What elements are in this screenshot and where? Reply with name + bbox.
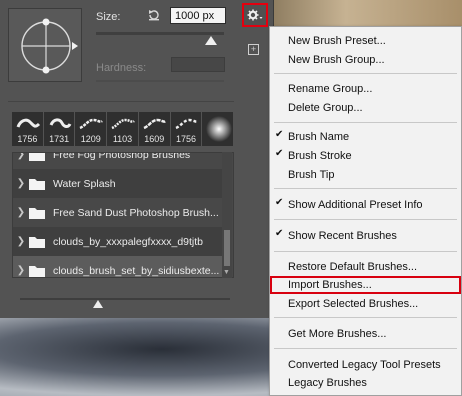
hardness-slider-track <box>96 80 224 82</box>
chevron-down-icon[interactable]: ▼ <box>223 269 230 276</box>
recent-brush-preset[interactable] <box>202 112 234 146</box>
menu-item-legacy-brushes[interactable]: Legacy Brushes <box>288 374 367 392</box>
menu-separator <box>274 219 457 220</box>
menu-item-delete-group[interactable]: Delete Group... <box>288 99 363 117</box>
menu-item-brush-stroke[interactable]: Brush Stroke <box>288 147 352 165</box>
recent-brush-preset[interactable]: 1209 <box>75 112 107 146</box>
panel-divider <box>8 101 234 102</box>
menu-item-export-selected-brushes[interactable]: Export Selected Brushes... <box>288 295 418 313</box>
menu-item-import-brushes[interactable]: Import Brushes... <box>288 276 372 294</box>
preset-size-label: 1756 <box>175 134 196 144</box>
recent-brushes-strip: 1756 1731 1209 1103 1609 1756 <box>12 112 234 146</box>
list-item[interactable]: ❯ clouds_brush_set_by_sidiusbexte... <box>13 256 223 277</box>
preview-size-slider-track[interactable] <box>20 298 230 300</box>
menu-separator <box>274 251 457 252</box>
brush-stroke-thumbnail-icon <box>16 118 41 128</box>
brush-stroke-thumbnail-icon <box>175 118 199 130</box>
preset-size-label: 1731 <box>49 134 70 144</box>
size-slider-track[interactable] <box>96 32 224 35</box>
menu-item-show-recent-brushes[interactable]: Show Recent Brushes <box>288 227 397 245</box>
folder-icon <box>29 236 45 248</box>
gear-icon <box>247 9 263 21</box>
brush-stroke-thumbnail-icon <box>79 118 104 130</box>
recent-brush-preset[interactable]: 1731 <box>43 112 75 146</box>
folder-icon <box>29 153 45 161</box>
menu-item-restore-default-brushes[interactable]: Restore Default Brushes... <box>288 258 417 276</box>
list-item[interactable]: ❯ Free Sand Dust Photoshop Brush... <box>13 198 223 227</box>
menu-item-brush-tip[interactable]: Brush Tip <box>288 166 334 184</box>
chevron-right-icon[interactable]: ❯ <box>13 236 29 247</box>
panel-menu-gear-button[interactable] <box>242 3 268 27</box>
chevron-right-icon[interactable]: ❯ <box>13 207 29 218</box>
list-item[interactable]: ❯ Free Fog Photoshop Brushes <box>13 152 223 169</box>
menu-separator <box>274 317 457 318</box>
list-scrollbar-thumb[interactable] <box>224 230 230 266</box>
brush-settings-panel: Size: 1000 px + Hardness: 1756 1731 1209… <box>0 0 274 318</box>
menu-item-new-brush-group[interactable]: New Brush Group... <box>288 51 385 69</box>
brush-tip-angle-preview[interactable] <box>8 8 82 82</box>
new-panel-icon[interactable]: + <box>248 44 259 55</box>
preview-size-slider-thumb[interactable] <box>93 300 103 308</box>
brush-groups-list[interactable]: ❯ Free Fog Photoshop Brushes ❯ Water Spl… <box>12 152 234 278</box>
chevron-right-icon[interactable]: ❯ <box>13 265 29 276</box>
checkmark-icon: ✔ <box>275 129 284 140</box>
menu-item-rename-group[interactable]: Rename Group... <box>288 80 372 98</box>
list-item[interactable]: ❯ clouds_by_xxxpalegfxxxx_d9tjtb <box>13 227 223 256</box>
list-item[interactable]: ❯ Water Splash <box>13 169 223 198</box>
folder-icon <box>29 207 45 219</box>
menu-separator <box>274 348 457 349</box>
folder-icon <box>29 265 45 277</box>
group-label: clouds_brush_set_by_sidiusbexte... <box>53 264 220 277</box>
group-label: clouds_by_xxxpalegfxxxx_d9tjtb <box>53 235 204 248</box>
preset-size-label: 1103 <box>112 134 133 144</box>
brush-stroke-thumbnail-icon <box>49 118 72 128</box>
brush-stroke-thumbnail-icon <box>143 118 167 130</box>
recent-brush-preset[interactable]: 1756 <box>170 112 202 146</box>
recent-brush-preset[interactable]: 1756 <box>12 112 43 146</box>
group-label: Water Splash <box>53 177 116 190</box>
preset-size-label: 1609 <box>144 134 165 144</box>
brushes-panel-flyout-menu: New Brush Preset... New Brush Group... R… <box>269 26 462 396</box>
soft-round-brush-icon <box>206 116 233 142</box>
menu-separator <box>274 73 457 74</box>
preset-size-label: 1756 <box>17 134 38 144</box>
recent-brush-preset[interactable]: 1103 <box>107 112 138 146</box>
list-scrollbar[interactable]: ▼ <box>222 152 232 278</box>
preset-size-label: 1209 <box>80 134 101 144</box>
brush-stroke-thumbnail-icon <box>111 118 136 130</box>
checkmark-icon: ✔ <box>275 148 284 159</box>
menu-item-show-additional-preset-info[interactable]: Show Additional Preset Info <box>288 196 423 214</box>
menu-separator <box>274 188 457 189</box>
brush-angle-crosshair-icon <box>21 18 78 74</box>
checkmark-icon: ✔ <box>275 197 284 208</box>
size-label: Size: <box>96 11 121 23</box>
size-input[interactable]: 1000 px <box>170 7 226 24</box>
menu-item-get-more-brushes[interactable]: Get More Brushes... <box>288 325 386 343</box>
reset-size-icon[interactable] <box>147 8 161 22</box>
hardness-input <box>171 57 225 72</box>
menu-separator <box>274 122 457 123</box>
menu-item-new-brush-preset[interactable]: New Brush Preset... <box>288 32 386 50</box>
menu-item-converted-legacy-tool-presets[interactable]: Converted Legacy Tool Presets <box>288 356 441 374</box>
chevron-right-icon[interactable]: ❯ <box>13 178 29 189</box>
checkmark-icon: ✔ <box>275 228 284 239</box>
size-slider-thumb[interactable] <box>205 36 217 45</box>
recent-brush-preset[interactable]: 1609 <box>138 112 170 146</box>
chevron-right-icon[interactable]: ❯ <box>13 153 29 160</box>
group-label: Free Sand Dust Photoshop Brush... <box>53 206 219 219</box>
group-label: Free Fog Photoshop Brushes <box>53 152 191 161</box>
hardness-label: Hardness: <box>96 62 147 74</box>
folder-icon <box>29 178 45 190</box>
menu-item-brush-name[interactable]: Brush Name <box>288 128 349 146</box>
